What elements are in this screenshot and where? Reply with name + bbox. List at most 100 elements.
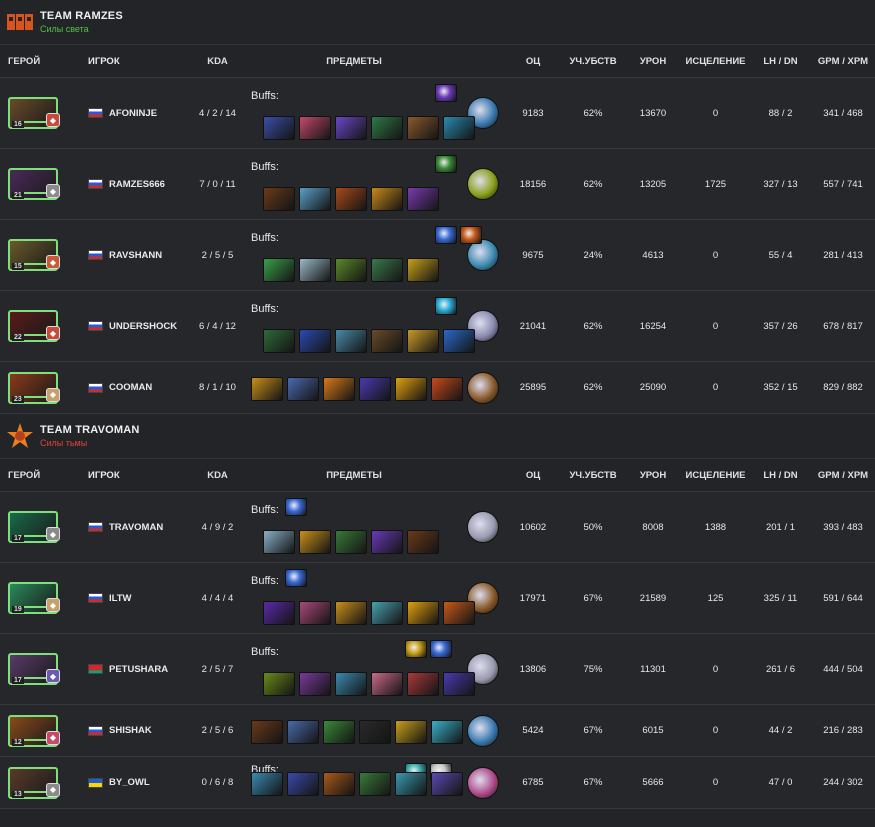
column-header-damage[interactable]: УРОН xyxy=(623,470,683,481)
column-header-kda[interactable]: KDA xyxy=(190,56,245,67)
item-slot-icon[interactable] xyxy=(335,329,367,353)
player-name[interactable]: PETUSHARA xyxy=(109,664,168,675)
item-slot-icon[interactable] xyxy=(287,720,319,744)
item-slot-icon[interactable] xyxy=(407,530,439,554)
item-slot-icon[interactable] xyxy=(395,377,427,401)
item-slot-icon[interactable] xyxy=(287,377,319,401)
player-name[interactable]: AFONINJE xyxy=(109,108,157,119)
player-name[interactable]: SHISHAK xyxy=(109,725,152,736)
item-slot-icon[interactable] xyxy=(263,530,295,554)
item-slot-icon[interactable] xyxy=(335,187,367,211)
item-slot-icon[interactable] xyxy=(407,116,439,140)
player-row[interactable]: 17 ◆ TRAVOMAN 4 / 9 / 2 Buffs: 10602 50% 8008 13… xyxy=(0,492,875,563)
item-slot-icon[interactable] xyxy=(371,601,403,625)
item-slot-icon[interactable] xyxy=(371,329,403,353)
player-row[interactable]: 13 ◆ BY_OWL 0 / 6 / 8 Buffs: 6785 67% 5666 0 47 /… xyxy=(0,757,875,809)
player-cell[interactable]: SHISHAK xyxy=(88,725,190,736)
item-slot-icon[interactable] xyxy=(359,377,391,401)
item-slot-icon[interactable] xyxy=(335,672,367,696)
player-row[interactable]: 17 ◆ PETUSHARA 2 / 5 / 7 Buffs: 13806 75% 11301… xyxy=(0,634,875,705)
buff-item-icon[interactable] xyxy=(285,569,307,587)
player-row[interactable]: 16 ◆ AFONINJE 4 / 2 / 14 Buffs: 9183 62% 13670 0… xyxy=(0,78,875,149)
item-slot-icon[interactable] xyxy=(323,377,355,401)
item-slot-icon[interactable] xyxy=(359,772,391,796)
item-slot-icon[interactable] xyxy=(299,601,331,625)
column-header-gpm[interactable]: GPM / XPM xyxy=(813,470,873,481)
buff-item-icon[interactable] xyxy=(435,297,457,315)
item-slot-icon[interactable] xyxy=(359,720,391,744)
column-header-lhdn[interactable]: LH / DN xyxy=(748,470,813,481)
column-header-player[interactable]: ИГРОК xyxy=(88,56,190,67)
player-cell[interactable]: UNDERSHOCK xyxy=(88,321,190,332)
player-cell[interactable]: ILTW xyxy=(88,593,190,604)
hero-portrait[interactable]: 16 ◆ xyxy=(8,97,60,129)
item-slot-icon[interactable] xyxy=(299,329,331,353)
item-slot-icon[interactable] xyxy=(263,329,295,353)
item-slot-icon[interactable] xyxy=(263,258,295,282)
column-header-items[interactable]: ПРЕДМЕТЫ xyxy=(245,45,463,77)
item-slot-icon[interactable] xyxy=(299,530,331,554)
item-slot-icon[interactable] xyxy=(371,258,403,282)
buff-item-icon[interactable] xyxy=(285,498,307,516)
player-row[interactable]: 19 ◆ ILTW 4 / 4 / 4 Buffs: 17971 67% 21589 125 32… xyxy=(0,563,875,634)
item-slot-icon[interactable] xyxy=(287,772,319,796)
item-slot-icon[interactable] xyxy=(371,187,403,211)
item-slot-icon[interactable] xyxy=(299,258,331,282)
player-cell[interactable]: COOMAN xyxy=(88,382,190,393)
item-slot-icon[interactable] xyxy=(299,187,331,211)
hero-portrait[interactable]: 15 ◆ xyxy=(8,239,60,271)
item-slot-icon[interactable] xyxy=(431,720,463,744)
neutral-item-icon[interactable] xyxy=(467,371,499,404)
player-row[interactable]: 22 ◆ UNDERSHOCK 6 / 4 / 12 Buffs: 21041 62% 162… xyxy=(0,291,875,362)
neutral-item-icon[interactable] xyxy=(467,766,499,799)
item-slot-icon[interactable] xyxy=(323,720,355,744)
player-row[interactable]: 12 ◆ SHISHAK 2 / 5 / 6 5424 67% 6015 0 44 / 2 216… xyxy=(0,705,875,757)
column-header-damage[interactable]: УРОН xyxy=(623,56,683,67)
item-slot-icon[interactable] xyxy=(407,601,439,625)
hero-portrait[interactable]: 22 ◆ xyxy=(8,310,60,342)
player-cell[interactable]: AFONINJE xyxy=(88,108,190,119)
item-slot-icon[interactable] xyxy=(251,720,283,744)
item-slot-icon[interactable] xyxy=(335,530,367,554)
item-slot-icon[interactable] xyxy=(443,672,475,696)
item-slot-icon[interactable] xyxy=(335,258,367,282)
neutral-item-icon[interactable] xyxy=(467,168,499,200)
hero-portrait[interactable]: 17 ◆ xyxy=(8,511,60,543)
buff-item-icon[interactable] xyxy=(435,84,457,102)
item-slot-icon[interactable] xyxy=(407,258,439,282)
column-header-gpm[interactable]: GPM / XPM xyxy=(813,56,873,67)
item-slot-icon[interactable] xyxy=(443,329,475,353)
column-header-items[interactable]: ПРЕДМЕТЫ xyxy=(245,459,463,491)
item-slot-icon[interactable] xyxy=(263,601,295,625)
player-cell[interactable]: PETUSHARA xyxy=(88,664,190,675)
player-row[interactable]: 15 ◆ RAVSHANN 2 / 5 / 5 Buffs: 9675 24% 4613 0 55… xyxy=(0,220,875,291)
item-slot-icon[interactable] xyxy=(299,116,331,140)
column-header-healing[interactable]: ИСЦЕЛЕНИЕ xyxy=(683,56,748,67)
item-slot-icon[interactable] xyxy=(371,672,403,696)
item-slot-icon[interactable] xyxy=(335,116,367,140)
neutral-item-icon[interactable] xyxy=(467,714,499,747)
hero-portrait[interactable]: 23 ◆ xyxy=(8,371,60,404)
player-name[interactable]: BY_OWL xyxy=(109,777,150,788)
player-name[interactable]: RAMZES666 xyxy=(109,179,165,190)
buff-item-icon[interactable] xyxy=(435,155,457,173)
player-row[interactable]: 23 ◆ COOMAN 8 / 1 / 10 25895 62% 25090 0 352 / 1… xyxy=(0,362,875,414)
hero-portrait[interactable]: 19 ◆ xyxy=(8,582,60,614)
player-name[interactable]: TRAVOMAN xyxy=(109,522,163,533)
hero-portrait[interactable]: 12 ◆ xyxy=(8,714,60,747)
column-header-participation[interactable]: УЧ.УБСТВ xyxy=(563,56,623,67)
column-header-lhdn[interactable]: LH / DN xyxy=(748,56,813,67)
buff-item-icon[interactable] xyxy=(430,640,452,658)
hero-portrait[interactable]: 13 ◆ xyxy=(8,766,60,799)
player-row[interactable]: 21 ◆ RAMZES666 7 / 0 / 11 Buffs: 18156 62% 1320… xyxy=(0,149,875,220)
item-slot-icon[interactable] xyxy=(263,116,295,140)
item-slot-icon[interactable] xyxy=(407,672,439,696)
item-slot-icon[interactable] xyxy=(443,601,475,625)
column-header-hero[interactable]: ГЕРОЙ xyxy=(0,56,88,67)
column-header-hero[interactable]: ГЕРОЙ xyxy=(0,470,88,481)
neutral-item-icon[interactable] xyxy=(467,511,499,543)
column-header-player[interactable]: ИГРОК xyxy=(88,470,190,481)
item-slot-icon[interactable] xyxy=(323,772,355,796)
item-slot-icon[interactable] xyxy=(371,116,403,140)
buff-item-icon[interactable] xyxy=(405,640,427,658)
